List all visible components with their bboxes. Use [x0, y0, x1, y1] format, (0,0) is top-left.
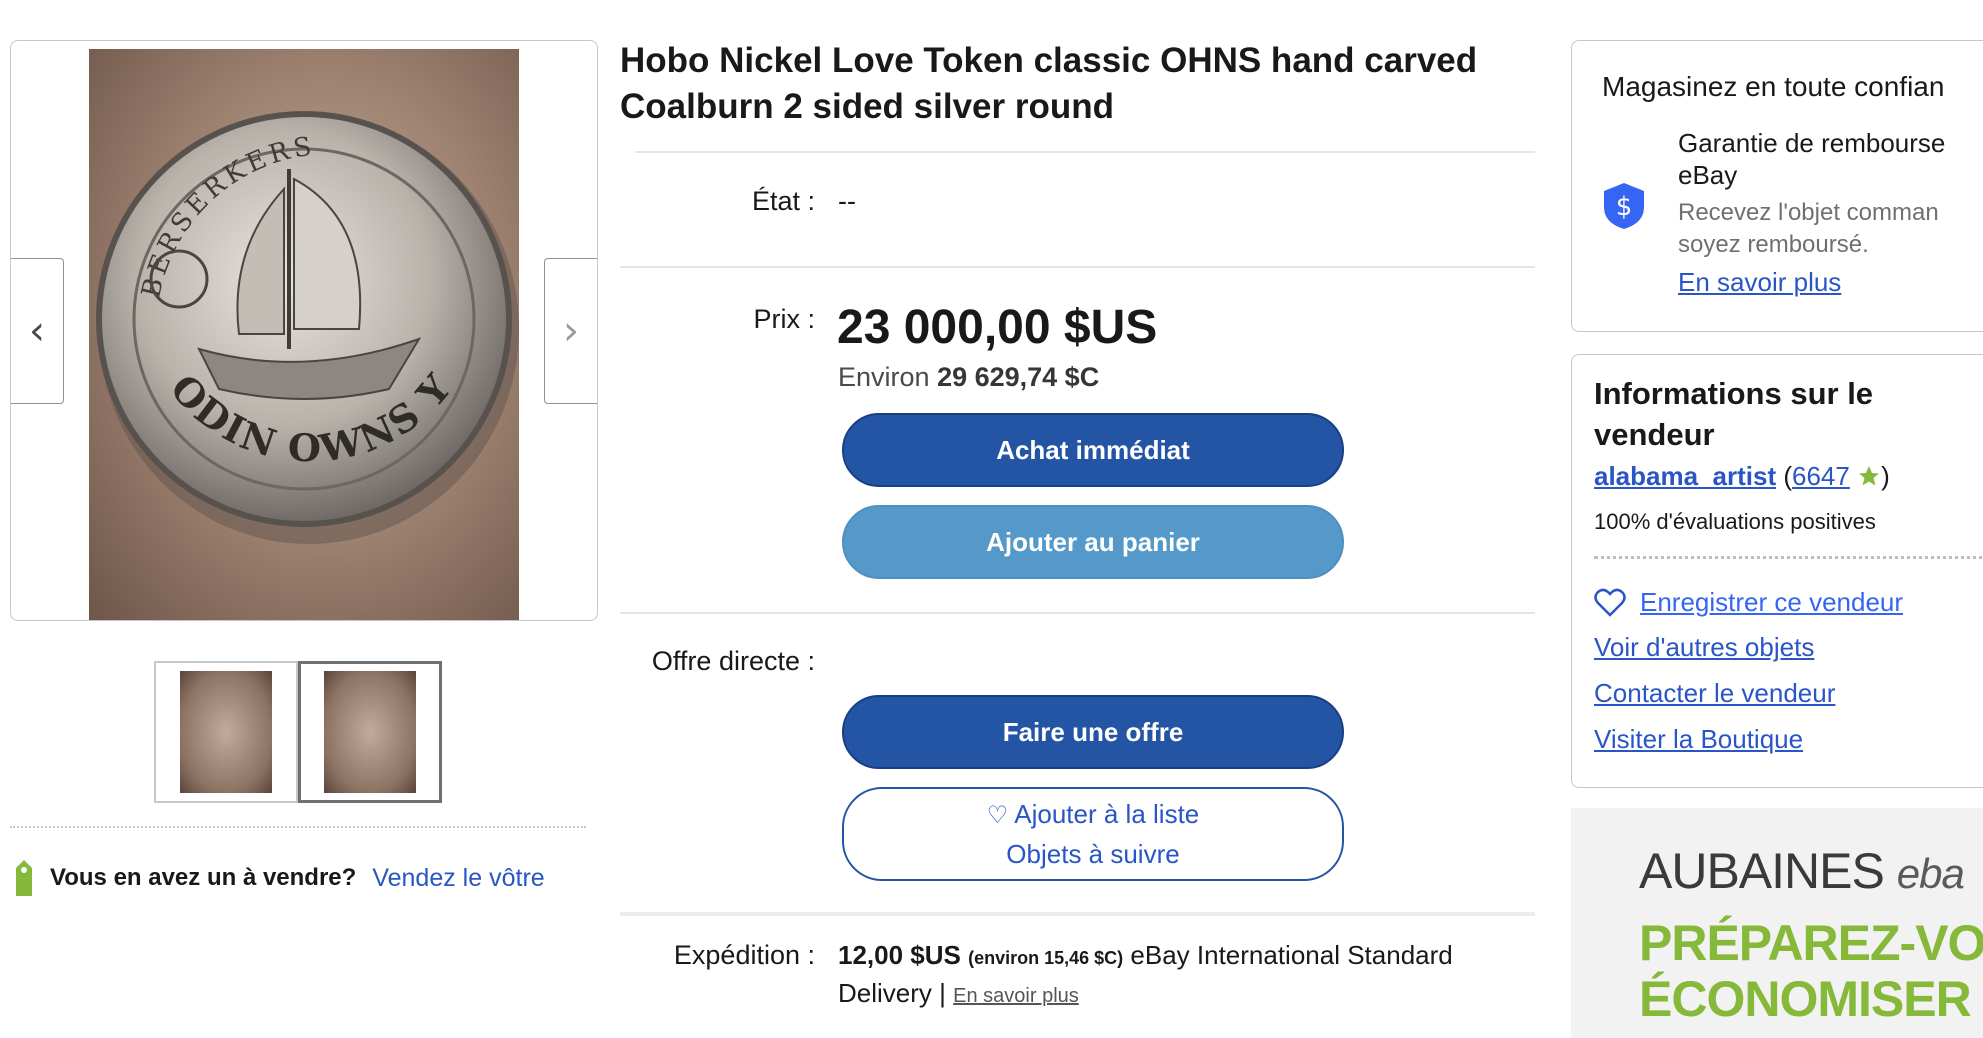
- price-value: 23 000,00 $US: [837, 301, 1158, 354]
- visit-store-link[interactable]: Visiter la Boutique: [1594, 724, 1803, 755]
- make-offer-button[interactable]: Faire une offre: [842, 695, 1344, 769]
- sell-question: Vous en avez un à vendre?: [50, 864, 357, 891]
- thumbnail-image: [180, 671, 272, 793]
- promo-headline-2: ÉCONOMISER GR: [1639, 971, 1983, 1027]
- heart-outline-icon: [1594, 588, 1626, 617]
- shipping-price: 12,00 $US: [838, 940, 961, 970]
- thumbnail-strip: [154, 661, 442, 803]
- watchlist-label-1: Ajouter à la liste: [1014, 799, 1200, 829]
- condition-label: État :: [751, 186, 815, 216]
- shipping-details: 12,00 $US (environ 15,46 $C) eBay Intern…: [838, 938, 1538, 1014]
- shipping-separator: |: [939, 978, 946, 1008]
- add-to-watchlist-button[interactable]: ♡ Ajouter à la liste Objets à suivre: [842, 787, 1344, 881]
- deals-promo-banner[interactable]: AUBAINES eba PRÉPAREZ-VOUS ÉCONOMISER GR: [1571, 808, 1983, 1038]
- sell-yours-link[interactable]: Vendez le vôtre: [372, 864, 544, 893]
- guarantee-learn-more-link[interactable]: En savoir plus: [1678, 267, 1841, 298]
- divider: [635, 151, 1535, 153]
- save-seller-row[interactable]: Enregistrer ce vendeur: [1594, 587, 1903, 618]
- money-back-guarantee-title: Garantie de rembourse eBay: [1678, 128, 1946, 190]
- coin-photo: BERSERKERS ODIN OWNS YE ALL: [89, 49, 519, 544]
- see-other-items-link[interactable]: Voir d'autres objets: [1594, 632, 1814, 663]
- promo-brand: AUBAINES eba: [1639, 842, 1965, 900]
- offer-label: Offre directe :: [651, 646, 815, 676]
- sell-one-row: Vous en avez un à vendre? Vendez le vôtr…: [10, 826, 586, 898]
- price-label: Prix :: [753, 304, 815, 334]
- save-seller-link[interactable]: Enregistrer ce vendeur: [1640, 587, 1903, 618]
- divider: [620, 266, 1535, 268]
- close-paren: ): [1881, 461, 1890, 491]
- shipping-label: Expédition :: [673, 940, 815, 970]
- seller-info-card: Informations sur le vendeur alabama_arti…: [1571, 354, 1983, 788]
- shop-with-confidence-card: Magasinez en toute confian Garantie de r…: [1571, 40, 1983, 332]
- condition-value: --: [838, 186, 856, 216]
- seller-name-row: alabama_artist (6647 ): [1594, 461, 1890, 492]
- shield-dollar-icon: $: [1604, 183, 1644, 229]
- seller-name-link[interactable]: alabama_artist: [1594, 461, 1776, 491]
- promo-headline-1: PRÉPAREZ-VOUS: [1639, 915, 1983, 971]
- thumbnail-image: [324, 671, 416, 793]
- shipping-service-2: Delivery: [838, 978, 932, 1008]
- guarantee-desc-1: Recevez l'objet comman: [1678, 199, 1939, 226]
- dotted-divider: [1594, 556, 1983, 559]
- approx-value: 29 629,74 $C: [937, 362, 1100, 392]
- heart-icon: ♡: [986, 802, 1009, 829]
- guarantee-desc-2: soyez remboursé.: [1678, 231, 1869, 258]
- promo-brand-text: AUBAINES: [1639, 843, 1885, 899]
- listing-title: Hobo Nickel Love Token classic OHNS hand…: [620, 41, 1478, 126]
- positive-feedback: 100% d'évaluations positives: [1594, 509, 1876, 534]
- thumbnail-1[interactable]: [154, 661, 298, 803]
- star-icon: [1859, 466, 1880, 486]
- watchlist-line-1: ♡ Ajouter à la liste: [987, 795, 1200, 835]
- buy-now-button[interactable]: Achat immédiat: [842, 413, 1344, 487]
- gallery-next-button[interactable]: ›: [544, 258, 597, 404]
- price-tag-icon: [16, 860, 32, 896]
- trust-title: Magasinez en toute confian: [1602, 71, 1945, 102]
- divider: [620, 612, 1535, 614]
- add-to-cart-button[interactable]: Ajouter au panier: [842, 505, 1344, 579]
- seller-score-link[interactable]: 6647: [1792, 461, 1850, 491]
- chevron-left-icon: ‹: [29, 308, 45, 354]
- thumbnail-2[interactable]: [298, 661, 442, 803]
- gallery-prev-button[interactable]: ‹: [11, 258, 64, 404]
- open-paren: (: [1783, 461, 1793, 491]
- approx-prefix: Environ: [838, 362, 930, 392]
- seller-heading: Informations sur le vendeur: [1594, 376, 1874, 452]
- shipping-approx: (environ 15,46 $C): [968, 948, 1124, 968]
- divider: [620, 912, 1535, 916]
- svg-text:$: $: [1616, 192, 1633, 222]
- contact-seller-link[interactable]: Contacter le vendeur: [1594, 678, 1835, 709]
- watchlist-line-2: Objets à suivre: [1006, 839, 1180, 869]
- chevron-right-icon: ›: [563, 308, 579, 354]
- approx-price: Environ 29 629,74 $C: [838, 362, 1099, 393]
- shipping-service: eBay International Standard: [1130, 940, 1453, 970]
- image-gallery: BERSERKERS ODIN OWNS YE ALL ‹ ›: [10, 40, 598, 621]
- main-product-photo[interactable]: BERSERKERS ODIN OWNS YE ALL: [89, 49, 519, 620]
- shipping-learn-more-link[interactable]: En savoir plus: [953, 985, 1079, 1007]
- promo-brand-suffix: eba: [1896, 850, 1965, 897]
